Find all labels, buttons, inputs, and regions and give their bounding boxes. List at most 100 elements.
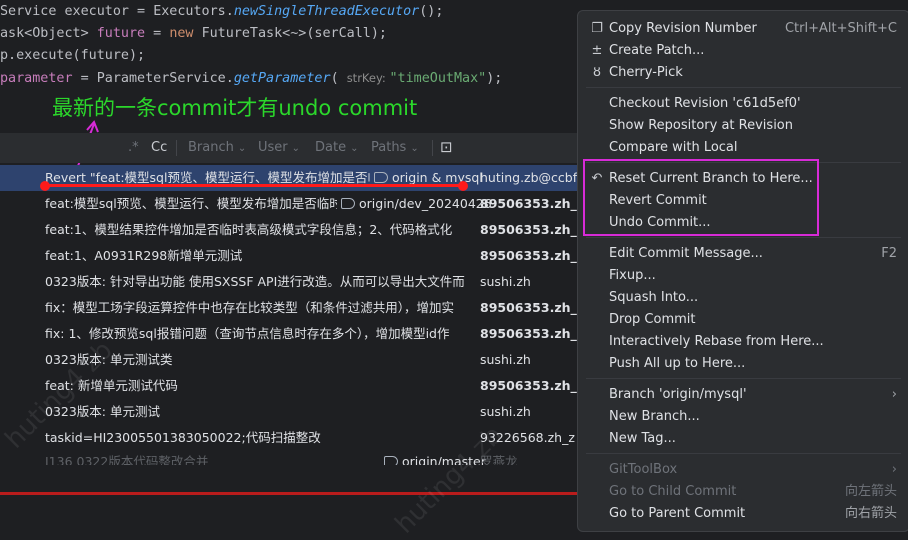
regex-toggle[interactable]: .* [128,140,139,155]
menu-item-label: Compare with Local [609,140,738,155]
commit-row[interactable]: Revert "feat:模型sql预览、模型运行、模型发布增加是否临时表校验 o… [0,165,582,191]
submenu-arrow-icon: › [891,462,897,477]
code-token: ( [330,71,347,86]
commit-message: fix: 1、修改预览sql报错问题（查询节点信息时存在多个），增加模型id作 [45,326,450,341]
menu-item-checkout-revision-c61d5ef0[interactable]: Checkout Revision 'c61d5ef0' [578,93,908,115]
submenu-arrow-icon: › [891,387,897,402]
menu-item-shortcut: F2 [881,246,897,261]
menu-item-label: Interactively Rebase from Here... [609,334,824,349]
menu-item-copy-revision-number[interactable]: ❐ Copy Revision Number Ctrl+Alt+Shift+C [578,18,908,40]
commit-row[interactable]: fix: 1、修改预览sql报错问题（查询节点信息时存在多个），增加模型id作 8… [0,321,586,347]
commit-message: feat: 新增单元测试代码 [45,378,178,393]
paths-filter-label: Paths [371,140,407,155]
code-token: . [225,4,234,19]
code-line-2: ask<Object> future = new FutureTask<~>(s… [0,23,387,45]
menu-item-label: Cherry-Pick [609,65,683,80]
menu-item-push-all-up-to-here[interactable]: Push All up to Here... [578,353,908,375]
menu-item-interactively-rebase-from-here[interactable]: Interactively Rebase from Here... [578,331,908,353]
commit-author: 89506353.zh_h [480,326,586,341]
chevron-down-icon: ⌄ [350,143,359,154]
code-token: ParameterService [96,71,226,86]
commit-row[interactable]: 0323版本: 单元测试 sushi.zh [0,399,578,425]
menu-separator [586,87,901,88]
menu-item-squash-into[interactable]: Squash Into... [578,287,908,309]
menu-item-label: Create Patch... [609,43,705,58]
menu-item-label: Edit Commit Message... [609,246,763,261]
menu-item-go-to-parent-commit[interactable]: Go to Parent Commit 向右箭头 [578,503,908,525]
commit-message: 0323版本: 单元测试 [45,404,160,419]
chevron-down-icon: ⌄ [237,143,247,154]
toolbar-divider [176,140,177,156]
match-case-toggle[interactable]: Cc [151,140,167,155]
commit-author: 89506353.zh_h [480,222,586,237]
menu-item-drop-commit[interactable]: Drop Commit [578,309,908,331]
menu-item-edit-commit-message[interactable]: Edit Commit Message... F2 [578,243,908,265]
user-filter[interactable]: User ⌄ [258,140,300,155]
menu-item-label: Checkout Revision 'c61d5ef0' [609,96,801,111]
toolbar-divider [432,140,433,156]
commit-message: feat:1、模型结果控件增加是否临时表高级模式字段信息；2、代码格式化 [45,222,453,237]
branch-tag: origin/dev_20240426 [337,191,492,217]
branch-tag-label: origin/dev_20240426 [359,196,492,211]
commit-message: taskid=HI23005501383050022;代码扫描整改 [45,430,321,445]
paths-filter[interactable]: Paths ⌄ [371,140,419,155]
param-hint: strKey: [346,71,390,85]
code-token: = [145,26,170,41]
details-panel [0,465,578,533]
menu-item-cherry-pick[interactable]: ȣ Cherry-Pick [578,62,908,84]
menu-separator [586,237,901,238]
code-token: = [72,71,97,86]
commit-row[interactable]: feat:1、模型结果控件增加是否临时表高级模式字段信息；2、代码格式化 8950… [0,217,586,243]
commit-row[interactable]: feat:模型sql预览、模型运行、模型发布增加是否临时表校验 origin/de… [0,191,586,217]
tag-icon [374,172,388,183]
code-token: newSingleThreadExecutor [233,4,420,19]
menu-item-label: Go to Parent Commit [609,506,746,521]
tag-icon [341,198,355,209]
menu-item-shortcut: 向左箭头 [844,484,897,499]
menu-item-create-patch[interactable]: ± Create Patch... [578,40,908,62]
commit-author: sushi.zh [480,352,531,367]
commit-author: 89506353.zh_h [480,248,586,263]
copy-icon: ❐ [591,21,603,36]
menu-item-go-to-child-commit: Go to Child Commit 向左箭头 [578,481,908,503]
menu-item-label: Fixup... [609,268,656,283]
menu-separator [586,378,901,379]
menu-item-new-branch[interactable]: New Branch... [578,406,908,428]
code-token: Service [0,4,65,19]
commit-message: 0323版本: 针对导出功能 使用SXSSF API进行改造。从而可以导出大文件… [45,274,465,289]
code-line-4: parameter = ParameterService.getParamete… [0,67,502,89]
menu-item-label: New Branch... [609,409,700,424]
menu-item-label: Go to Child Commit [609,484,737,499]
menu-item-fixup[interactable]: Fixup... [578,265,908,287]
commit-message: feat:1、A0931R298新增单元测试 [45,248,243,263]
menu-item-label: Squash Into... [609,290,699,305]
commit-row[interactable]: 0323版本: 针对导出功能 使用SXSSF API进行改造。从而可以导出大文件… [0,269,578,295]
code-token: "timeOutMax" [389,71,487,86]
code-token: future [96,26,146,41]
menu-item-show-repository-at-revision[interactable]: Show Repository at Revision [578,115,908,137]
new-tab-icon[interactable]: ⊡ [440,138,453,156]
log-filter-toolbar: .* Cc Branch ⌄ User ⌄ Date ⌄ Paths ⌄ ⊡ [0,133,578,163]
menu-separator [586,453,901,454]
menu-item-compare-with-local[interactable]: Compare with Local [578,137,908,159]
annotation-underline [45,184,465,187]
progress-bar [0,492,578,495]
chevron-down-icon: ⌄ [291,143,301,154]
commit-list: Revert "feat:模型sql预览、模型运行、模型发布增加是否临时表校验 o… [0,165,586,465]
commit-context-menu: ❐ Copy Revision Number Ctrl+Alt+Shift+C ± Cr… [577,10,908,532]
code-token: (); [419,4,444,19]
date-filter[interactable]: Date ⌄ [315,140,358,155]
commit-author: 89506353.zh_h [480,196,586,211]
menu-item-new-tag[interactable]: New Tag... [578,428,908,450]
code-token: ask<Object> [0,26,97,41]
menu-item-label: New Tag... [609,431,676,446]
branch-filter[interactable]: Branch ⌄ [188,140,246,155]
code-token: executor [64,4,130,19]
code-token: . [225,71,234,86]
commit-row[interactable]: feat:1、A0931R298新增单元测试 89506353.zh_h [0,243,586,269]
menu-item-shortcut: 向右箭头 [844,506,897,521]
commit-row[interactable]: fix：模型工场字段运算控件中也存在比较类型（和条件过滤共用），增加实 89506… [0,295,586,321]
code-token: new [169,26,202,41]
menu-item-branch-origin-mysql[interactable]: Branch 'origin/mysql' › [578,384,908,406]
plus-minus-icon: ± [591,43,603,58]
